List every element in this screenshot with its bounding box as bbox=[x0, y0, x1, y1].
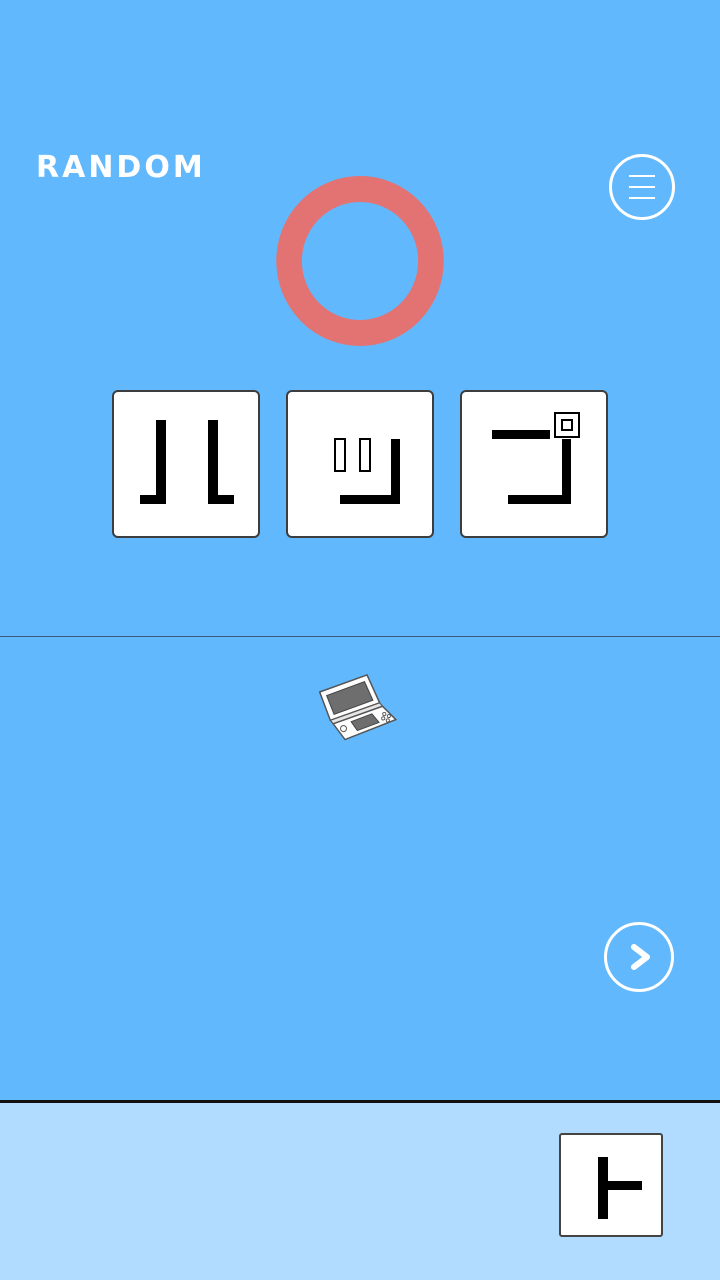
correct-circle-icon bbox=[276, 176, 444, 346]
handheld-console-icon[interactable] bbox=[314, 670, 400, 748]
inventory-item-to[interactable] bbox=[559, 1133, 663, 1237]
puzzle-tile-1[interactable] bbox=[112, 390, 260, 538]
scene-divider bbox=[0, 636, 720, 637]
menu-button[interactable] bbox=[609, 154, 675, 220]
puzzle-tile-2[interactable] bbox=[286, 390, 434, 538]
puzzle-tile-3[interactable] bbox=[460, 390, 608, 538]
game-title: RANDOM bbox=[36, 150, 206, 185]
next-scene-button[interactable] bbox=[604, 922, 674, 992]
